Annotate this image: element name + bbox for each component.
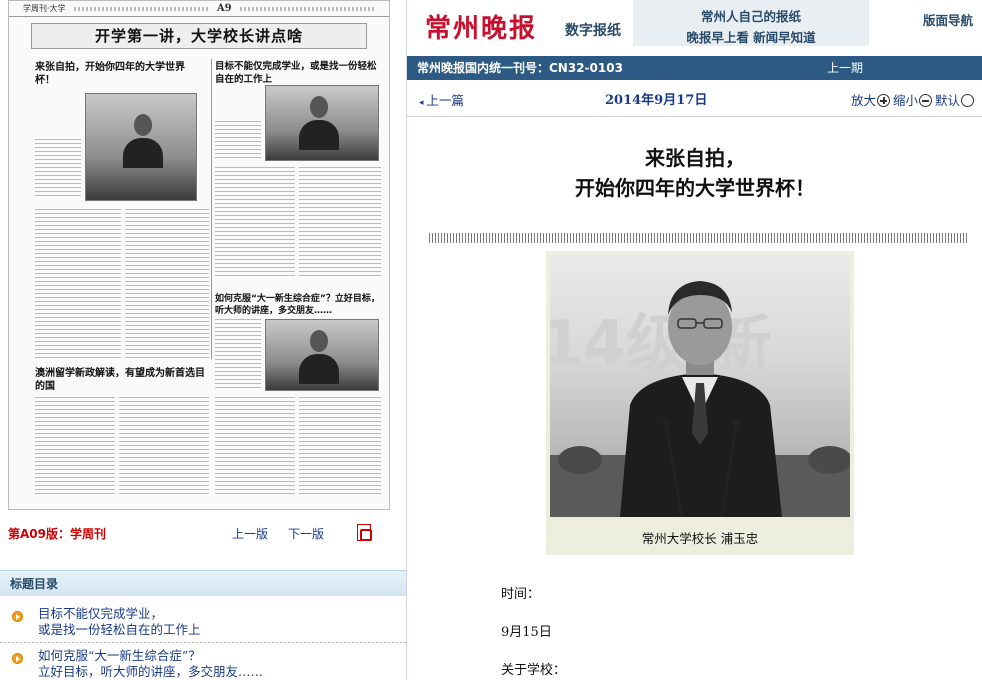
prev-page-link[interactable]: 上一版 xyxy=(232,525,268,542)
thumbnail-text-block xyxy=(35,209,121,359)
headline-divider xyxy=(429,233,969,243)
zoom-out-icon xyxy=(919,94,933,107)
edition-label: 第A09版：学周刊 xyxy=(8,526,106,541)
thumbnail-header-rule xyxy=(73,6,209,11)
page-thumbnail[interactable]: 学周刊·大学 A9 开学第一讲，大学校长讲点啥 来张自拍，开始你四年的大学世界杯… xyxy=(8,0,390,510)
article-content: 来张自拍， 开始你四年的大学世界杯！ 14级 新 常州大学校长 浦玉忠 时间： … xyxy=(407,116,982,680)
slogan-line: 常州人自己的报纸 xyxy=(700,9,801,24)
zoom-reset-icon xyxy=(961,94,975,107)
thumbnail-text-block xyxy=(215,167,295,277)
site-logo[interactable]: 常州晚报 xyxy=(425,8,537,45)
arrow-bullet-icon xyxy=(12,611,23,622)
issue-bar: 常州晚报国内统一刊号：CN32-0103 上一期 xyxy=(407,56,982,80)
page-navigation-link[interactable]: 版面导航 xyxy=(923,10,973,29)
thumbnail-text-block xyxy=(215,121,261,161)
thumbnail-text-block xyxy=(215,319,261,391)
thumbnail-header-rule xyxy=(239,6,376,11)
toc-item[interactable]: 目标不能仅完成学业， 或是找一份轻松自在的工作上 xyxy=(0,606,406,640)
time-value: 9月15日 xyxy=(501,625,552,640)
slogan-line: 晚报早上看 新闻早知道 xyxy=(686,30,816,45)
prev-issue-link[interactable]: 上一期 xyxy=(827,56,863,80)
page-navigation: 第A09版：学周刊 上一版 下一版 xyxy=(8,520,390,546)
thumbnail-photo xyxy=(85,93,197,201)
thumbnail-article-title[interactable]: 来张自拍，开始你四年的大学世界杯！ xyxy=(35,61,195,87)
toc-divider xyxy=(0,642,406,643)
prev-article-label: 上一篇 xyxy=(426,93,464,108)
thumbnail-photo xyxy=(265,319,379,391)
headline-line: 开始你四年的大学世界杯！ xyxy=(575,176,815,200)
toc-item-line[interactable]: 目标不能仅完成学业， xyxy=(38,606,163,622)
zoom-default-button[interactable]: 默认 xyxy=(935,90,975,109)
photo-caption: 常州大学校长 浦玉忠 xyxy=(641,531,759,546)
headline-line: 来张自拍， xyxy=(645,146,745,170)
issue-date: 2014年9月17日 xyxy=(605,93,708,108)
article-headline: 来张自拍， 开始你四年的大学世界杯！ xyxy=(407,143,982,203)
toc-item-line[interactable]: 立好目标，听大师的讲座，多交朋友…… xyxy=(38,664,263,680)
thumbnail-article-title[interactable]: 目标不能仅完成学业，或是找一份轻松自在的工作上 xyxy=(215,61,381,86)
article-photo[interactable]: 14级 新 xyxy=(550,255,850,517)
thumbnail-text-block xyxy=(125,209,209,359)
thumbnail-text-block xyxy=(35,397,115,497)
left-pane: 学周刊·大学 A9 开学第一讲，大学校长讲点啥 来张自拍，开始你四年的大学世界杯… xyxy=(0,0,406,680)
zoom-in-label: 放大 xyxy=(851,93,877,108)
prev-article-link[interactable]: ◂ 上一篇 xyxy=(419,90,464,109)
zoom-in-button[interactable]: 放大 xyxy=(851,90,891,109)
toc-item-line[interactable]: 如何克服“大一新生综合症”？ xyxy=(38,648,201,664)
thumbnail-section: 学周刊·大学 xyxy=(23,4,66,13)
thumbnail-text-block xyxy=(299,167,381,277)
slogan-box: 常州人自己的报纸 晚报早上看 新闻早知道 xyxy=(633,0,869,46)
pdf-icon[interactable] xyxy=(357,524,372,541)
toc-heading: 标题目录 xyxy=(0,570,406,596)
article-photo-frame: 14级 新 常州大学校长 浦玉忠 xyxy=(546,251,854,555)
arrow-bullet-icon xyxy=(12,653,23,664)
thumbnail-page-number: A9 xyxy=(216,3,232,14)
right-pane: 常州晚报 数字报纸 常州人自己的报纸 晚报早上看 新闻早知道 版面导航 常州晚报… xyxy=(406,0,982,680)
thumbnail-banner: 开学第一讲，大学校长讲点啥 xyxy=(31,23,367,49)
article-toolbar: ◂ 上一篇 2014年9月17日 放大 缩小 默认 xyxy=(407,84,982,112)
toc-item-line[interactable]: 或是找一份轻松自在的工作上 xyxy=(38,622,201,638)
thumbnail-article-title[interactable]: 澳洲留学新政解读，有望成为新首选目的国 xyxy=(35,367,205,393)
speaker-photo-illustration: 14级 新 xyxy=(550,281,850,517)
site-header: 常州晚报 数字报纸 常州人自己的报纸 晚报早上看 新闻早知道 版面导航 xyxy=(407,0,982,50)
time-label: 时间： xyxy=(501,587,541,602)
thumbnail-text-block xyxy=(299,397,381,497)
zoom-out-label: 缩小 xyxy=(893,93,919,108)
photo-backdrop-text: 14级 新 xyxy=(550,307,772,380)
app-root: 学周刊·大学 A9 开学第一讲，大学校长讲点啥 来张自拍，开始你四年的大学世界杯… xyxy=(0,0,982,680)
about-school-label: 关于学校： xyxy=(501,663,567,678)
zoom-out-button[interactable]: 缩小 xyxy=(893,90,933,109)
zoom-default-label: 默认 xyxy=(935,93,961,108)
thumbnail-column-divider xyxy=(211,59,212,359)
site-subtitle: 数字报纸 xyxy=(565,23,621,39)
toc-item[interactable]: 如何克服“大一新生综合症”？ 立好目标，听大师的讲座，多交朋友…… xyxy=(0,648,406,680)
thumbnail-text-block xyxy=(35,139,81,199)
zoom-in-icon xyxy=(877,94,891,107)
thumbnail-article-title[interactable]: 如何克服“大一新生综合症”？立好目标，听大师的讲座，多交朋友…… xyxy=(215,293,381,317)
thumbnail-text-block xyxy=(119,397,209,497)
issn-label: 常州晚报国内统一刊号：CN32-0103 xyxy=(417,61,623,75)
thumbnail-photo xyxy=(265,85,379,161)
thumbnail-header: 学周刊·大学 A9 xyxy=(9,1,389,17)
next-page-link[interactable]: 下一版 xyxy=(288,525,324,542)
thumbnail-text-block xyxy=(215,397,295,497)
